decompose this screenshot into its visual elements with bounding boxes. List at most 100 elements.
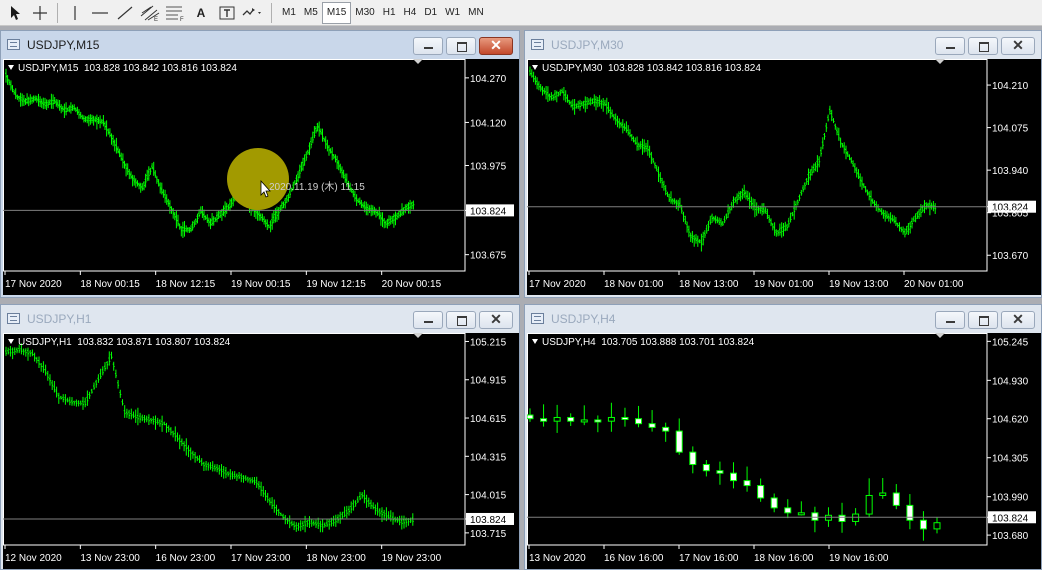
- timeframe-h4-button[interactable]: H4: [400, 2, 421, 24]
- time-label: 13 Nov 23:00: [80, 553, 140, 564]
- price-bar: [557, 91, 560, 97]
- timeframe-m30-button[interactable]: M30: [351, 2, 378, 24]
- price-label: 104.210: [992, 81, 1029, 92]
- timeframe-m15-button[interactable]: M15: [321, 1, 352, 24]
- price-bar: [230, 198, 233, 208]
- timeframe-d1-button[interactable]: D1: [420, 2, 441, 24]
- crosshair-icon[interactable]: [29, 2, 51, 24]
- close-button[interactable]: ✕: [1001, 37, 1035, 55]
- horizontal-line-icon[interactable]: [89, 2, 111, 24]
- symbol-header[interactable]: USDJPY,H1 103.832 103.871 103.807 103.82…: [8, 337, 230, 348]
- window-titlebar[interactable]: USDJPY,M15 ✕: [1, 31, 519, 57]
- price-chart[interactable]: 104.210 104.075 103.940 103.824 103.805 103.6…: [527, 59, 1041, 295]
- symbol-header[interactable]: USDJPY,H4 103.705 103.888 103.701 103.82…: [532, 337, 754, 348]
- close-button[interactable]: ✕: [1001, 311, 1035, 329]
- maximize-button[interactable]: [968, 37, 998, 55]
- price-bar: [870, 190, 872, 207]
- vertical-line-icon[interactable]: [64, 2, 86, 24]
- price-bar: [244, 475, 247, 481]
- candle: [757, 485, 765, 499]
- price-bar: [253, 477, 256, 485]
- minimize-button[interactable]: [935, 311, 965, 329]
- maximize-button[interactable]: [446, 37, 476, 55]
- time-label: 16 Nov 23:00: [156, 553, 216, 564]
- cursor-icon[interactable]: [4, 2, 26, 24]
- price-bar: [207, 462, 210, 471]
- price-bar: [586, 97, 589, 109]
- timeframe-bar: M1 M5 M15 M30 H1 H4 D1 W1 MN: [278, 1, 488, 24]
- price-bar: [859, 173, 862, 187]
- dropdown-arrow-icon: [8, 339, 14, 344]
- text-label-icon[interactable]: [216, 2, 238, 24]
- minimize-button[interactable]: [413, 311, 443, 329]
- price-bar: [728, 206, 731, 214]
- time-label: 17 Nov 16:00: [679, 553, 739, 564]
- price-bar: [821, 137, 824, 150]
- timeframe-m5-button[interactable]: M5: [300, 2, 322, 24]
- arrows-dropdown-icon[interactable]: [241, 2, 265, 24]
- price-bar: [303, 154, 306, 166]
- price-bar: [126, 163, 129, 175]
- chart-shift-marker-icon[interactable]: [413, 333, 423, 338]
- window-titlebar[interactable]: USDJPY,H1 ✕: [1, 305, 519, 331]
- price-bar: [378, 206, 381, 220]
- price-bar: [174, 426, 177, 442]
- window-controls: ✕: [413, 311, 513, 329]
- chart-window-usdjpy-m15[interactable]: USDJPY,M15 ✕ 104.270 104.120 103.975 103.824 1…: [0, 30, 520, 298]
- timeframe-mn-button[interactable]: MN: [464, 2, 488, 24]
- candle: [919, 519, 927, 530]
- chart-window-usdjpy-m30[interactable]: USDJPY,M30 ✕ 104.210 104.075 103.940 103.824 1…: [524, 30, 1042, 298]
- timeframe-w1-button[interactable]: W1: [441, 2, 464, 24]
- text-icon[interactable]: A: [189, 2, 213, 24]
- minimize-button[interactable]: [413, 37, 443, 55]
- price-bar: [623, 123, 626, 131]
- maximize-button[interactable]: [446, 311, 476, 329]
- price-bar: [156, 417, 159, 425]
- minimize-button[interactable]: [935, 37, 965, 55]
- fibonacci-icon[interactable]: F: [164, 2, 186, 24]
- price-bar: [580, 101, 583, 107]
- price-bar: [725, 213, 728, 220]
- price-bar: [306, 149, 309, 155]
- price-bar: [158, 419, 161, 427]
- chart-shift-marker-icon[interactable]: [413, 59, 423, 64]
- price-bar: [736, 193, 739, 205]
- price-bar: [684, 215, 687, 225]
- chart-window-usdjpy-h4[interactable]: USDJPY,H4 ✕ 105.245 104.930 104.620 104.305 10…: [524, 304, 1042, 570]
- price-bar: [630, 134, 633, 141]
- symbol-header[interactable]: USDJPY,M15 103.828 103.842 103.816 103.8…: [8, 63, 237, 74]
- trendline-icon[interactable]: [114, 2, 136, 24]
- timeframe-h1-button[interactable]: H1: [379, 2, 400, 24]
- price-chart[interactable]: 104.270 104.120 103.975 103.824 103.675 17 No…: [3, 59, 519, 295]
- window-titlebar[interactable]: USDJPY,H4 ✕: [525, 305, 1041, 331]
- price-bar: [310, 519, 313, 527]
- close-button[interactable]: ✕: [479, 37, 513, 55]
- price-chart[interactable]: 105.245 104.930 104.620 104.305 103.990 103.8…: [527, 333, 1041, 569]
- timeframe-m1-button[interactable]: M1: [278, 2, 300, 24]
- maximize-button[interactable]: [968, 311, 998, 329]
- close-button[interactable]: ✕: [479, 311, 513, 329]
- price-bar: [110, 133, 113, 145]
- price-bar: [246, 476, 249, 483]
- price-bar: [412, 200, 415, 210]
- price-chart[interactable]: 105.215 104.915 104.615 104.315 104.015 103.8…: [3, 333, 519, 569]
- price-bar: [593, 94, 596, 107]
- price-bar: [643, 139, 646, 153]
- price-bar: [66, 397, 69, 403]
- price-bar: [402, 207, 405, 216]
- price-bar: [902, 226, 905, 235]
- close-icon: ✕: [490, 37, 502, 53]
- price-bar: [73, 104, 76, 111]
- price-bar: [397, 211, 400, 219]
- symbol-header[interactable]: USDJPY,M30 103.828 103.842 103.816 103.8…: [532, 63, 761, 74]
- price-bar: [404, 204, 407, 214]
- price-bar: [52, 94, 55, 109]
- equidistant-channel-icon[interactable]: E: [139, 2, 161, 24]
- price-bar: [646, 140, 649, 156]
- price-bar: [95, 379, 98, 388]
- chart-shift-marker-icon[interactable]: [935, 59, 945, 64]
- window-titlebar[interactable]: USDJPY,M30 ✕: [525, 31, 1041, 57]
- price-bar: [334, 154, 337, 163]
- chart-shift-marker-icon[interactable]: [935, 333, 945, 338]
- chart-window-usdjpy-h1[interactable]: USDJPY,H1 ✕ 105.215 104.915 104.615 104.315 10…: [0, 304, 520, 570]
